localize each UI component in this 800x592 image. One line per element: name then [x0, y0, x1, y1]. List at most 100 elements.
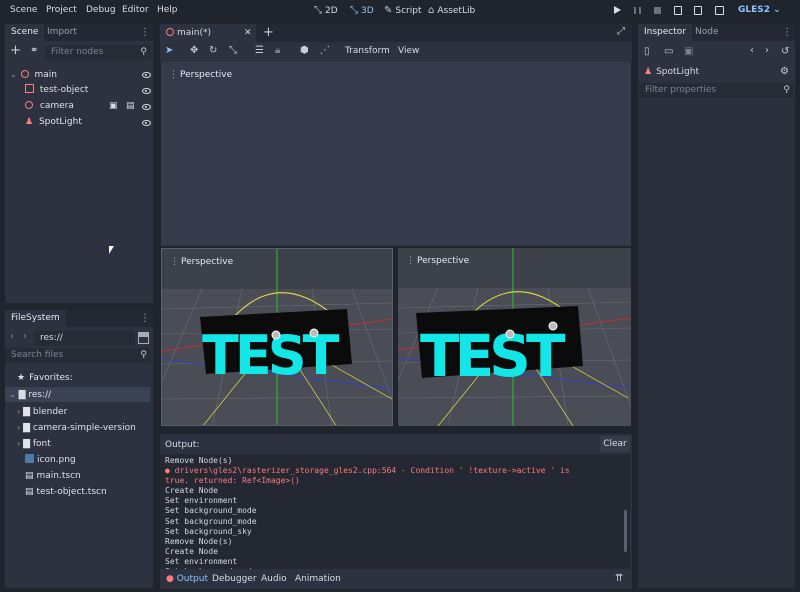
expand-arrow-icon: ›	[17, 439, 21, 448]
filter-nodes-input[interactable]: Filter nodes ⚲	[45, 45, 151, 60]
viewport-perspective-menu[interactable]: Perspective	[169, 70, 232, 80]
script-icon[interactable]: ▤	[126, 99, 135, 114]
tree-item-main[interactable]: ⌄ main	[10, 67, 151, 82]
menu-project[interactable]: Project	[46, 5, 77, 15]
visibility-eye-icon[interactable]	[142, 104, 151, 110]
output-line: Set environment	[165, 496, 238, 506]
forward-icon[interactable]: ›	[23, 331, 27, 342]
dock-menu-icon[interactable]: ⋮	[782, 27, 792, 38]
folder-camera-simple-version[interactable]: › ▇ camera-simple-version	[17, 420, 136, 435]
folder-blender[interactable]: › ▇ blender	[17, 404, 67, 419]
add-node-icon[interactable]: +	[10, 44, 21, 58]
link-icon[interactable]: ⚭	[30, 45, 38, 56]
menu-editor[interactable]: Editor	[122, 5, 149, 15]
viewport-bottom-right[interactable]: TEST Perspective	[398, 248, 631, 426]
folder-font[interactable]: › ▇ font	[17, 436, 51, 451]
output-line: Set background_mode	[165, 506, 257, 516]
visibility-eye-icon[interactable]	[142, 72, 151, 78]
file-main-tscn[interactable]: ▤ main.tscn	[25, 469, 81, 484]
viewport-perspective-menu[interactable]: Perspective	[170, 257, 233, 267]
stop-icon[interactable]	[654, 7, 661, 14]
menu-debug[interactable]: Debug	[86, 5, 116, 15]
file-test-object-tscn[interactable]: ▤ test-object.tscn	[25, 485, 107, 500]
dock-menu-icon[interactable]: ⋮	[140, 27, 150, 38]
snap-icon[interactable]: ⋰	[320, 45, 330, 56]
file-icon-png[interactable]: icon.png	[25, 453, 76, 468]
open-folder-icon[interactable]: ▭	[664, 46, 673, 57]
tab-scene[interactable]: Scene	[5, 24, 45, 41]
close-icon[interactable]: ✕	[244, 24, 252, 42]
workspace-script[interactable]: ✎ Script	[384, 5, 422, 16]
history-back-icon[interactable]: ‹	[750, 45, 754, 56]
distraction-free-icon[interactable]: ⤢	[617, 26, 625, 37]
viewport-top[interactable]: Perspective	[161, 62, 631, 246]
menu-scene[interactable]: Scene	[10, 5, 37, 15]
menu-help[interactable]: Help	[157, 5, 178, 15]
movie-icon[interactable]	[715, 6, 724, 15]
scene-tabs: main(*) ✕ + ⤢	[160, 24, 632, 42]
tab-import[interactable]: Import	[41, 24, 83, 41]
viewport-bottom-left[interactable]: TEST Perspective	[161, 248, 393, 426]
tree-item-camera[interactable]: camera ▣ ▤	[25, 99, 151, 114]
workspace-2d[interactable]: ⤡ 2D	[314, 5, 338, 16]
dock-menu-icon[interactable]: ⋮	[140, 313, 150, 324]
lock-icon[interactable]: 🔒︎	[275, 45, 280, 56]
collapse-arrow-icon[interactable]: ⌄	[10, 70, 17, 79]
play-custom-scene-icon[interactable]	[694, 6, 702, 15]
transform-menu[interactable]: Transform	[345, 46, 390, 56]
visibility-eye-icon[interactable]	[142, 120, 151, 126]
output-scrollbar[interactable]	[624, 510, 627, 552]
output-line: ● drivers\gles2\rasterizer_storage_gles2…	[165, 466, 570, 476]
pause-icon[interactable]	[634, 7, 641, 14]
view-menu[interactable]: View	[398, 46, 419, 56]
tab-filesystem[interactable]: FileSystem	[5, 310, 66, 327]
inspector-dock: Inspector Node ⋮ ▯ ▭ ▣ ‹ › ↺ ♟ SpotLight …	[638, 24, 795, 588]
scene-tab-main[interactable]: main(*) ✕	[160, 24, 256, 42]
tab-inspector[interactable]: Inspector	[638, 24, 692, 41]
menu-bar: Scene Project Debug Editor Help ⤡ 2D ⤡ 3D …	[0, 0, 800, 22]
tab-node[interactable]: Node	[689, 24, 725, 41]
select-tool-icon[interactable]: ➤	[165, 45, 173, 56]
history-icon[interactable]: ↺	[781, 46, 789, 57]
expand-panel-icon[interactable]: ⇈	[615, 573, 623, 584]
tree-item-test-object[interactable]: test-object	[25, 83, 151, 98]
save-icon[interactable]: ▣	[684, 46, 693, 57]
new-tab-icon[interactable]: +	[263, 25, 274, 40]
move-tool-icon[interactable]: ✥	[190, 45, 198, 56]
workspace-assetlib[interactable]: ⌂ AssetLib	[428, 5, 475, 16]
new-resource-icon[interactable]: ▯	[644, 46, 650, 57]
tree-item-spotlight[interactable]: ♟ SpotLight	[25, 115, 151, 130]
play-scene-icon[interactable]	[674, 6, 682, 15]
collapse-arrow-icon: ⌄	[9, 390, 16, 399]
clear-button[interactable]: Clear	[600, 436, 630, 452]
output-line: Create Node	[165, 546, 218, 556]
group-icon[interactable]: ⬢	[300, 45, 309, 56]
history-forward-icon[interactable]: ›	[765, 45, 769, 56]
clapperboard-icon[interactable]: ▣	[109, 99, 118, 114]
visibility-eye-icon[interactable]	[142, 88, 151, 94]
tab-animation[interactable]: Animation	[295, 570, 341, 589]
scale-tool-icon[interactable]: ⤡	[229, 45, 237, 56]
search-files-input[interactable]: Search files ⚲	[5, 348, 151, 363]
renderer-select[interactable]: GLES2 ⌄	[738, 5, 781, 15]
play-icon[interactable]	[614, 6, 621, 14]
res-root-item[interactable]: ⌄ ▇ res://	[5, 387, 150, 402]
tab-audio[interactable]: Audio	[261, 570, 287, 589]
scene-file-icon: ▤	[25, 487, 34, 497]
filter-properties-input[interactable]: Filter properties ⚲	[639, 83, 794, 98]
edited-object[interactable]: ♟ SpotLight	[644, 66, 699, 78]
tab-output[interactable]: ● Output	[166, 570, 208, 589]
rotate-tool-icon[interactable]: ↻	[209, 45, 217, 56]
back-icon[interactable]: ‹	[10, 331, 14, 342]
favorites-item[interactable]: ★ Favorites:	[17, 371, 73, 386]
tab-debugger[interactable]: Debugger	[212, 570, 257, 589]
split-view-icon[interactable]	[138, 332, 149, 344]
path-field[interactable]: res://	[34, 331, 135, 346]
output-log[interactable]: Remove Node(s) ● drivers\gles2\rasterizer…	[160, 454, 630, 569]
workspace-3d[interactable]: ⤡ 3D	[350, 5, 374, 16]
object-properties-icon[interactable]: ⚙	[780, 66, 789, 77]
viewport-perspective-menu[interactable]: Perspective	[406, 256, 469, 266]
output-line: true. returned: Ref<Image>()	[165, 476, 300, 486]
list-select-icon[interactable]: ☰	[255, 45, 264, 56]
scene-render: TEST	[162, 249, 392, 425]
